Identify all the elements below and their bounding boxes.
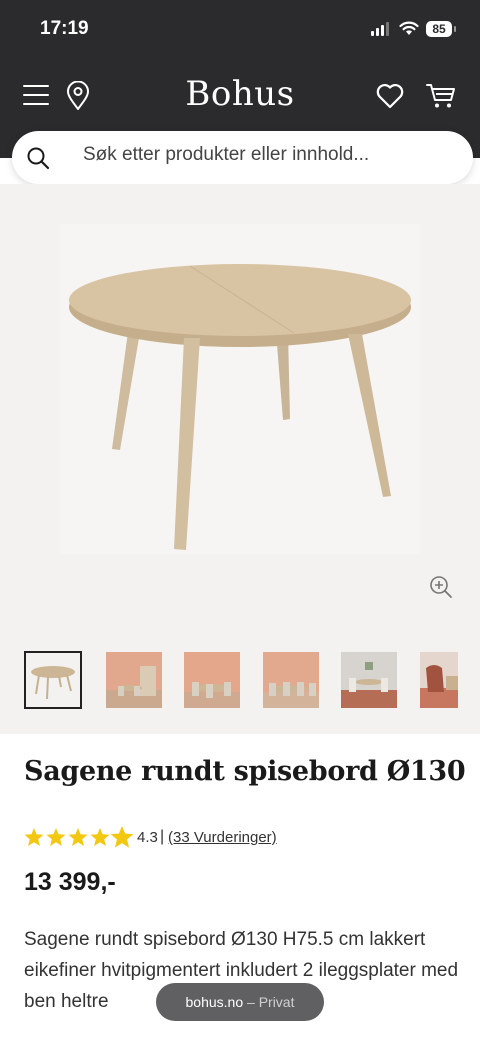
rating-value: 4.3: [137, 829, 158, 846]
zoom-in-icon[interactable]: [429, 575, 453, 599]
product-title: Sagene rundt spisebord Ø130: [24, 756, 466, 787]
product-price: 13 399,-: [24, 868, 116, 896]
wifi-icon: [399, 21, 419, 35]
status-bar: 17:19 85: [0, 0, 480, 60]
star-rating: [24, 827, 134, 848]
search-placeholder[interactable]: Søk etter produkter eller innhold...: [83, 144, 369, 166]
thumbnail-6[interactable]: [420, 652, 458, 708]
location-pin-icon[interactable]: [66, 81, 90, 111]
private-browsing-toast[interactable]: bohus.no – Privat: [156, 983, 324, 1021]
thumbnail-5[interactable]: [341, 652, 397, 708]
thumbnail-2[interactable]: [106, 652, 162, 708]
cellular-signal-icon: [371, 22, 391, 36]
search-icon[interactable]: [26, 146, 50, 170]
thumbnail-3[interactable]: [184, 652, 240, 708]
thumbnail-4[interactable]: [263, 652, 319, 708]
battery-tip: [454, 26, 456, 32]
menu-icon[interactable]: [23, 84, 49, 106]
toast-domain: bohus.no: [185, 994, 244, 1010]
thumbnail-1[interactable]: [24, 651, 82, 709]
cart-icon[interactable]: [426, 82, 456, 110]
rating-separator: |: [160, 828, 165, 845]
battery-indicator: 85: [426, 21, 452, 37]
heart-icon[interactable]: [376, 83, 404, 109]
toast-mode: – Privat: [247, 994, 295, 1010]
status-time: 17:19: [40, 18, 89, 39]
reviews-link[interactable]: (33 Vurderinger): [168, 829, 277, 846]
bohus-logo[interactable]: Bohus: [140, 74, 340, 114]
